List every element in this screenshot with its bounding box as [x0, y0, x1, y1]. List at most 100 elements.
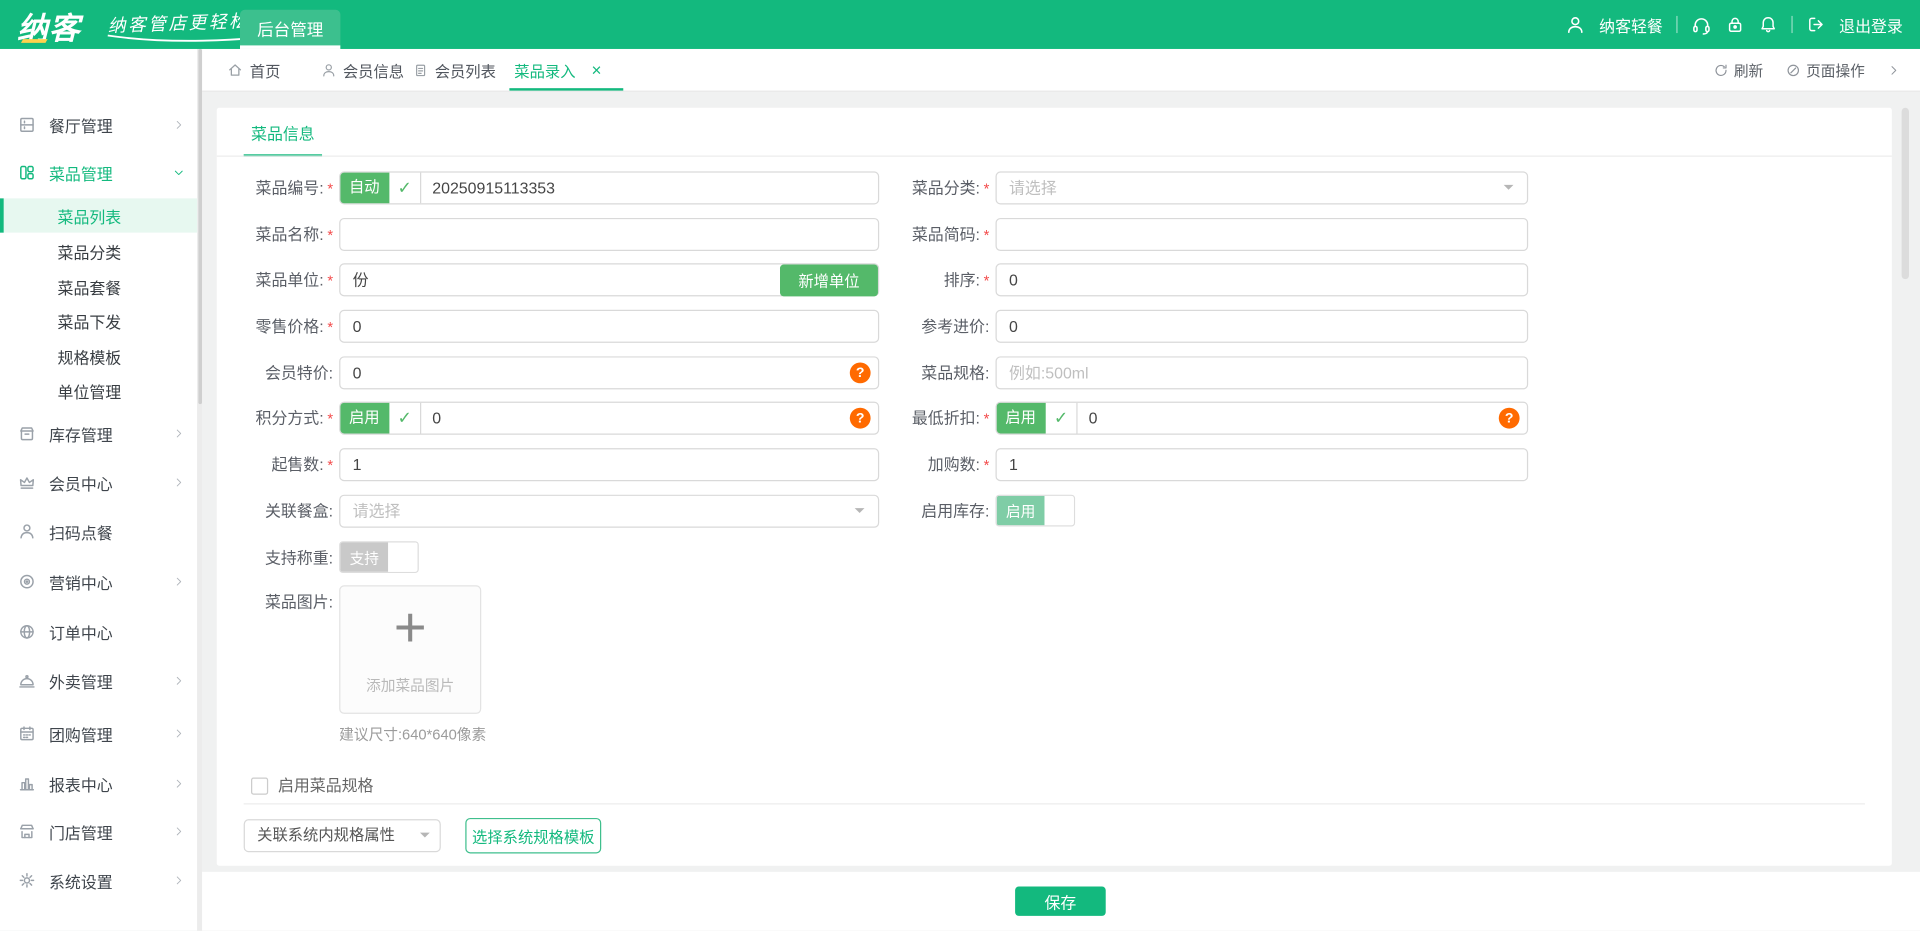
- document-icon: [413, 62, 429, 78]
- sidebar-item-restaurant[interactable]: 餐厅管理: [0, 107, 197, 144]
- points-mode-label: 积分方式:*: [244, 402, 333, 435]
- chevron-right-icon[interactable]: [1887, 63, 1900, 76]
- app-window: 纳客 纳客管店更轻松 后台管理 纳客轻餐 退出登: [0, 0, 1920, 931]
- cloche-icon: [17, 671, 37, 691]
- tab-home[interactable]: 首页: [227, 49, 281, 91]
- page-tabbar: 首页 会员信息 会员列表 菜品录入 × 刷新: [202, 49, 1920, 92]
- sidebar-subitem-spec-template[interactable]: 规格模板: [0, 339, 197, 373]
- nav-tab-backoffice[interactable]: 后台管理: [240, 10, 340, 49]
- sidebar-item-takeout[interactable]: 外卖管理: [0, 662, 197, 699]
- auto-number-button[interactable]: 自动: [339, 171, 389, 204]
- sidebar-subitem-unit-management[interactable]: 单位管理: [0, 373, 197, 407]
- sidebar-item-member-center[interactable]: 会员中心: [0, 464, 197, 501]
- sidebar-item-order-center[interactable]: 订单中心: [0, 613, 197, 650]
- sidebar-item-inventory[interactable]: 库存管理: [0, 415, 197, 452]
- logout-button[interactable]: 退出登录: [1839, 13, 1903, 36]
- min-sale-qty-label: 起售数:*: [244, 448, 333, 481]
- save-button[interactable]: 保存: [1015, 887, 1106, 916]
- add-qty-input[interactable]: 1: [996, 448, 1529, 481]
- weighing-toggle[interactable]: 支持: [339, 541, 419, 573]
- crown-icon: [17, 473, 37, 493]
- section-tab-dish-info[interactable]: 菜品信息: [244, 121, 322, 157]
- person-icon: [321, 62, 337, 78]
- bell-icon[interactable]: [1758, 15, 1778, 35]
- image-size-hint: 建议尺寸:640*640像素: [339, 724, 486, 745]
- dish-image-label: 菜品图片:: [244, 585, 333, 618]
- add-unit-button[interactable]: 新增单位: [780, 264, 878, 296]
- min-discount-input[interactable]: 启用 ✓ 0: [996, 402, 1529, 435]
- reference-cost-label: 参考进价:: [888, 310, 990, 343]
- dish-category-select[interactable]: 请选择: [996, 171, 1529, 204]
- check-icon[interactable]: ✓: [389, 171, 421, 204]
- discount-enable-button[interactable]: 启用: [996, 402, 1046, 435]
- tab-dish-entry[interactable]: 菜品录入 ×: [514, 49, 601, 91]
- dish-code-input[interactable]: 自动 ✓ 20250915113353: [339, 171, 879, 204]
- sort-label: 排序:*: [888, 263, 990, 296]
- close-tab-icon[interactable]: ×: [591, 60, 601, 80]
- logout-icon: [1806, 15, 1826, 35]
- min-discount-help-icon[interactable]: ?: [1499, 408, 1520, 429]
- bar-chart-icon: [17, 774, 37, 794]
- reference-cost-input[interactable]: 0: [996, 310, 1529, 343]
- enable-dish-spec-checkbox[interactable]: [251, 778, 268, 795]
- sidebar-scroll-thumb[interactable]: [198, 49, 202, 404]
- member-price-input[interactable]: 0: [339, 356, 879, 389]
- tab-member-list[interactable]: 会员列表: [413, 49, 496, 91]
- dish-image-upload[interactable]: + 添加菜品图片: [339, 585, 481, 714]
- points-mode-help-icon[interactable]: ?: [850, 408, 871, 429]
- sidebar-subitem-dish-dispatch[interactable]: 菜品下发: [0, 304, 197, 338]
- globe-icon: [17, 622, 37, 642]
- sidebar-item-marketing[interactable]: 营销中心: [0, 563, 197, 600]
- retail-price-input[interactable]: 0: [339, 310, 879, 343]
- points-mode-input[interactable]: 启用 ✓ 0: [339, 402, 879, 435]
- chevron-right-icon: [173, 476, 185, 488]
- header-divider: [1791, 16, 1792, 33]
- page-scroll-thumb[interactable]: [1902, 108, 1909, 279]
- points-enable-button[interactable]: 启用: [339, 402, 389, 435]
- member-price-help-icon[interactable]: ?: [850, 362, 871, 383]
- toggle-knob: [388, 542, 417, 571]
- form-divider: [244, 803, 1865, 804]
- spec-attr-select[interactable]: 关联系统内规格属性: [244, 819, 441, 852]
- check-icon[interactable]: ✓: [389, 402, 421, 435]
- dish-name-input[interactable]: [339, 218, 879, 251]
- chevron-right-icon: [173, 778, 185, 790]
- sidebar-subitem-dish-list[interactable]: 菜品列表: [0, 198, 197, 232]
- gear-icon: [17, 871, 37, 891]
- page-operations-button[interactable]: 页面操作: [1785, 59, 1865, 80]
- enable-stock-toggle[interactable]: 启用: [996, 495, 1076, 527]
- sidebar-item-dish-management[interactable]: 菜品管理: [0, 154, 197, 191]
- check-icon[interactable]: ✓: [1046, 402, 1078, 435]
- restaurant-icon: [17, 115, 37, 135]
- dish-short-code-input[interactable]: [996, 218, 1529, 251]
- sidebar-item-settings[interactable]: 系统设置: [0, 862, 197, 899]
- enable-stock-label: 启用库存:: [888, 495, 990, 528]
- min-sale-qty-input[interactable]: 1: [339, 448, 879, 481]
- sidebar: 餐厅管理 菜品管理 菜品列表 菜品分类 菜品套餐 菜品下发 规格模板 单位管理 …: [0, 49, 197, 931]
- chevron-right-icon: [173, 727, 185, 739]
- sort-input[interactable]: 0: [996, 263, 1529, 296]
- dish-form-panel: 菜品信息 菜品编号:* 自动 ✓ 20250915113353 菜品分类:* 请…: [217, 108, 1892, 866]
- page-operations-icon: [1785, 62, 1801, 78]
- sidebar-subitem-dish-category[interactable]: 菜品分类: [0, 234, 197, 268]
- tab-member-info[interactable]: 会员信息: [321, 49, 404, 91]
- inventory-icon: [17, 424, 37, 444]
- refresh-button[interactable]: 刷新: [1713, 59, 1763, 80]
- sidebar-item-scan-order[interactable]: 扫码点餐: [0, 513, 197, 550]
- sidebar-item-group-buy[interactable]: 团购管理: [0, 715, 197, 752]
- meal-box-label: 关联餐盒:: [244, 495, 333, 528]
- sidebar-item-store-management[interactable]: 门店管理: [0, 813, 197, 850]
- sidebar-item-reports[interactable]: 报表中心: [0, 765, 197, 802]
- spec-template-button[interactable]: 选择系统规格模板: [465, 818, 601, 854]
- section-divider: [217, 156, 1892, 157]
- calendar-icon: [17, 724, 37, 744]
- headset-icon[interactable]: [1691, 14, 1712, 35]
- dish-code-label: 菜品编号:*: [244, 171, 333, 204]
- active-tab-underline: [509, 88, 623, 90]
- sidebar-subitem-dish-combo[interactable]: 菜品套餐: [0, 269, 197, 303]
- username[interactable]: 纳客轻餐: [1599, 13, 1663, 36]
- lock-icon[interactable]: [1725, 15, 1745, 35]
- dish-spec-input[interactable]: 例如:500ml: [996, 356, 1529, 389]
- meal-box-select[interactable]: 请选择: [339, 495, 879, 528]
- logo-accent: [21, 39, 48, 43]
